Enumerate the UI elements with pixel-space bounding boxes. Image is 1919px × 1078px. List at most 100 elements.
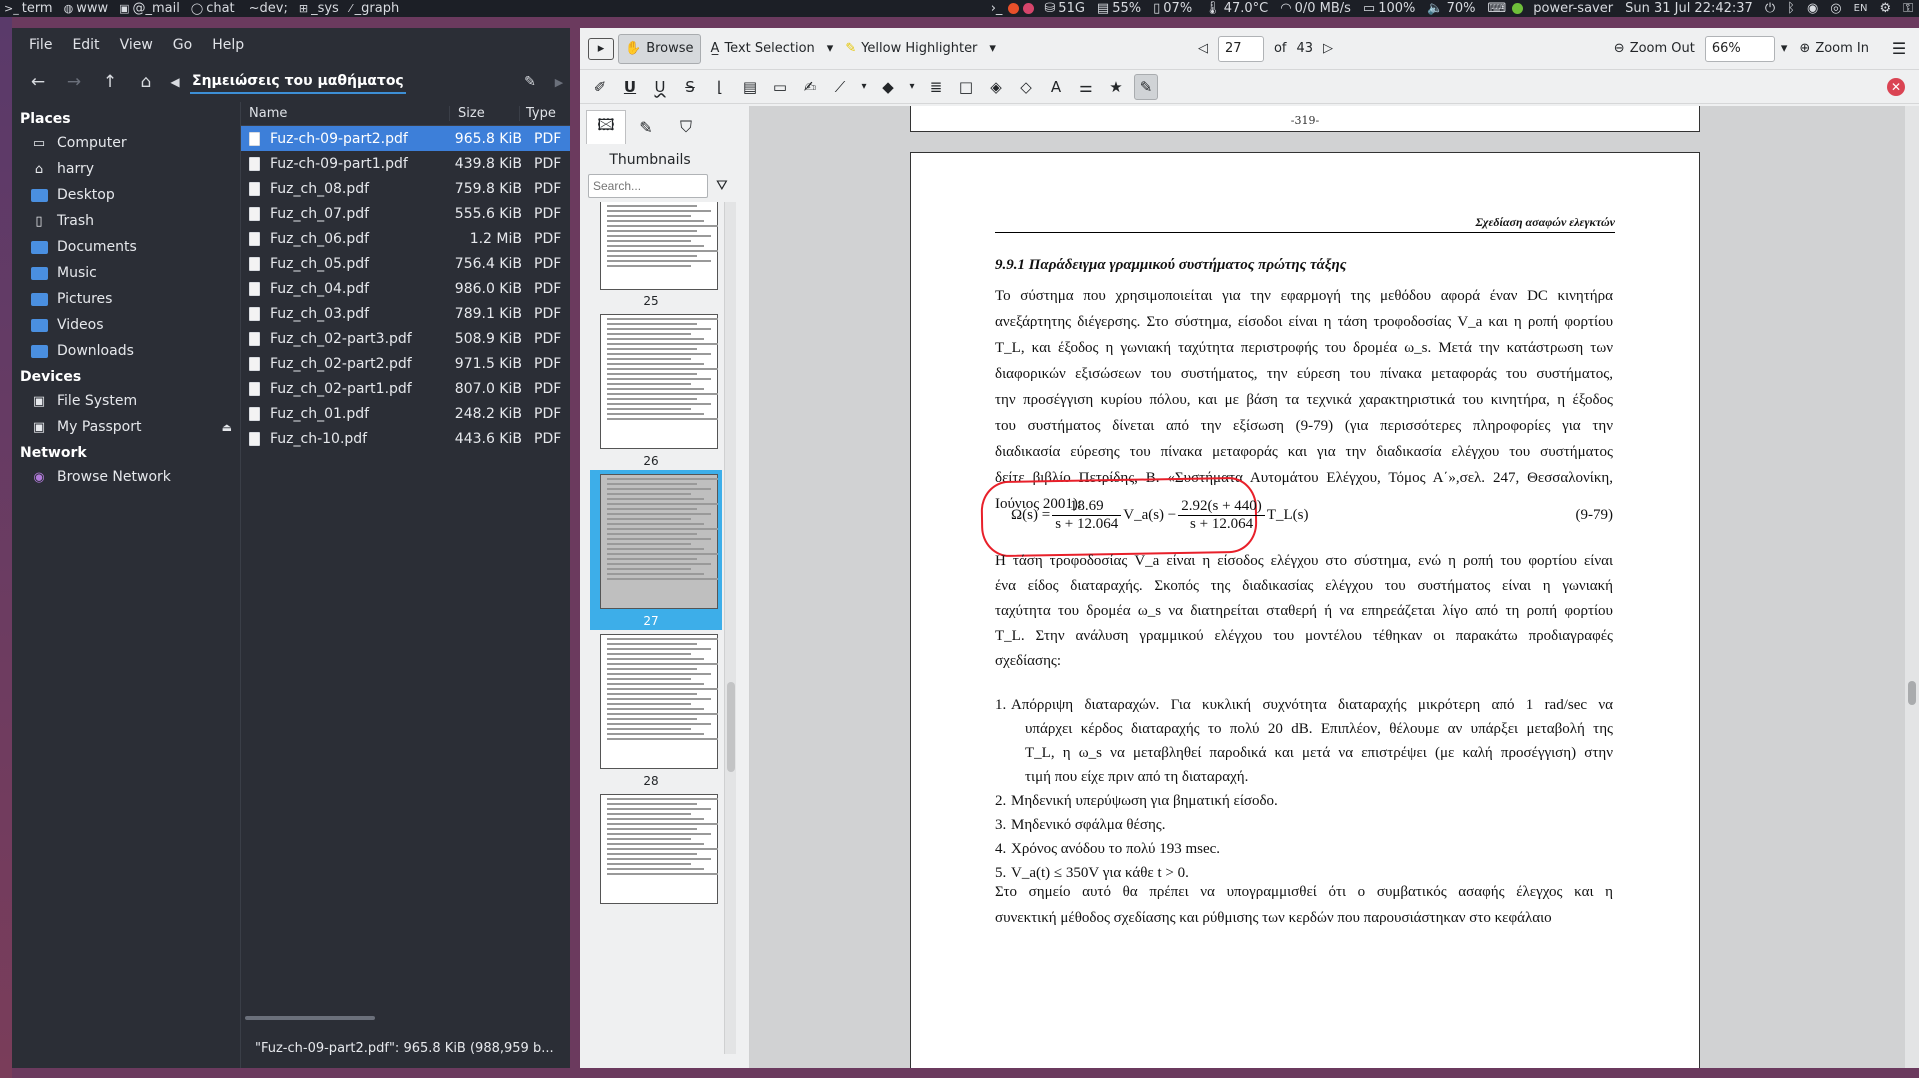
document-scroll-knob[interactable]	[1908, 681, 1916, 705]
workspace-2[interactable]: ▣ @_mail	[115, 1, 187, 16]
workspace-5[interactable]: ⊞ _sys	[295, 1, 346, 16]
menu-help[interactable]: Help	[203, 37, 253, 53]
typewriter-icon[interactable]: ⌊	[708, 78, 732, 96]
file-row[interactable]: Fuz_ch_02-part2.pdf 971.5 KiB PDF	[241, 351, 570, 376]
file-row[interactable]: Fuz_ch_07.pdf 555.6 KiB PDF	[241, 201, 570, 226]
thumbnail-page-26[interactable]	[600, 314, 719, 449]
keyboard-layout[interactable]: EN	[1848, 3, 1874, 14]
squiggle-icon[interactable]: U	[648, 78, 672, 96]
back-arrow-icon[interactable]: ←	[20, 67, 56, 97]
sidebar-item-pictures[interactable]: Pictures	[12, 286, 240, 312]
file-row[interactable]: Fuz-ch-09-part1.pdf 439.8 KiB PDF	[241, 151, 570, 176]
zoom-dropdown-icon[interactable]: ▾	[1779, 34, 1790, 64]
file-row[interactable]: Fuz_ch_03.pdf 789.1 KiB PDF	[241, 301, 570, 326]
terminal-tray-icon[interactable]: ›_	[985, 1, 1009, 16]
line-tool-icon[interactable]: ⟋	[828, 78, 852, 96]
sidebar-item-file-system[interactable]: ▣ File System	[12, 388, 240, 414]
highlight-pen-icon[interactable]: ✐	[588, 78, 612, 96]
stamp-icon[interactable]: ◆	[876, 78, 900, 96]
sidebar-item-downloads[interactable]: Downloads	[12, 338, 240, 364]
zoom-select[interactable]: 66%	[1704, 35, 1775, 62]
zoom-out-button[interactable]: ⊖ Zoom Out	[1608, 34, 1701, 64]
sidebar-item-my-passport[interactable]: ▣ My Passport ⏏	[12, 414, 240, 440]
document-view[interactable]: -319- Σχεδίαση ασαφών ελεγκτών 9.9.1 Παρ…	[750, 106, 1919, 1068]
popup-note-icon[interactable]: ▭	[768, 78, 792, 96]
sidebar-item-trash[interactable]: ▯ Trash	[12, 208, 240, 234]
clock[interactable]: Sun 31 Jul 22:42:37	[1619, 1, 1759, 16]
thumbnail-page-27[interactable]	[600, 474, 719, 609]
eject-icon[interactable]: ⏏	[222, 421, 232, 434]
menu-edit[interactable]: Edit	[63, 37, 108, 53]
workspace-4[interactable]: ~dev;	[242, 1, 295, 16]
bookmarks-tab-icon[interactable]: ⛉	[666, 110, 706, 144]
highlighter-dropdown-icon[interactable]: ▾	[987, 34, 998, 64]
file-row[interactable]: Fuz_ch_02-part1.pdf 807.0 KiB PDF	[241, 376, 570, 401]
horizontal-scrollbar[interactable]	[245, 1016, 375, 1020]
font-icon[interactable]: A	[1044, 78, 1068, 96]
file-row[interactable]: Fuz_ch_05.pdf 756.4 KiB PDF	[241, 251, 570, 276]
menu-go[interactable]: Go	[164, 37, 201, 53]
pin-icon[interactable]: ✎	[1134, 73, 1158, 100]
filter-icon[interactable]: ⛛	[716, 178, 728, 194]
app-tray-icon[interactable]	[1023, 3, 1035, 14]
sidebar-item-music[interactable]: Music	[12, 260, 240, 286]
file-row[interactable]: Fuz-ch-09-part2.pdf 965.8 KiB PDF	[241, 126, 570, 151]
next-page-icon[interactable]: ▷	[1317, 34, 1339, 64]
thumbnail-page-28[interactable]	[600, 634, 719, 769]
border-icon[interactable]: □	[954, 78, 978, 96]
underline-icon[interactable]: U	[618, 78, 642, 96]
file-row[interactable]: Fuz_ch_02-part3.pdf 508.9 KiB PDF	[241, 326, 570, 351]
thumbnails-tab-icon[interactable]: 🖾	[586, 110, 626, 144]
forward-arrow-icon[interactable]: →	[56, 67, 92, 97]
power-icon[interactable]: ⏻	[1759, 1, 1781, 16]
sidebar-item-computer[interactable]: ▭ Computer	[12, 130, 240, 156]
zoom-in-button[interactable]: ⊕ Zoom In	[1793, 34, 1875, 64]
edit-path-icon[interactable]: ✎	[512, 67, 548, 97]
browse-tool-button[interactable]: ✋ Browse	[618, 33, 701, 64]
stamp-dropdown-icon[interactable]: ▾	[906, 81, 918, 92]
workspace-0[interactable]: >_ term	[0, 1, 60, 16]
sidebar-toggle-icon[interactable]: ▸	[588, 37, 614, 60]
sidebar-item-documents[interactable]: Documents	[12, 234, 240, 260]
steam-icon[interactable]: ◎	[1824, 1, 1847, 16]
column-size[interactable]: Size	[449, 106, 519, 121]
inline-note-icon[interactable]: ▤	[738, 78, 762, 96]
path-button[interactable]: Σημειώσεις του μαθήματος	[190, 71, 406, 94]
workspace-3[interactable]: ◯ chat	[187, 1, 242, 16]
discord-icon[interactable]: ◉	[1801, 1, 1824, 16]
selection-dropdown-icon[interactable]: ▾	[825, 34, 836, 64]
thumbnail-scroll-knob[interactable]	[727, 682, 735, 772]
freehand-icon[interactable]: ✍	[798, 78, 822, 96]
opacity-icon[interactable]: ◇	[1014, 78, 1038, 96]
settings-icon[interactable]: ⚙	[1873, 1, 1897, 16]
workspace-1[interactable]: ◍ www	[60, 1, 116, 16]
menu-view[interactable]: View	[111, 37, 162, 53]
text-selection-button[interactable]: A̲ Text Selection	[705, 34, 821, 64]
hamburger-menu-icon[interactable]: ☰	[1879, 34, 1919, 64]
sidebar-item-videos[interactable]: Videos	[12, 312, 240, 338]
line-dropdown-icon[interactable]: ▾	[858, 81, 870, 92]
column-name[interactable]: Name	[241, 106, 449, 121]
workspace-6[interactable]: ⁄ _graph	[346, 1, 406, 16]
menu-file[interactable]: File	[20, 37, 61, 53]
bluetooth-icon[interactable]: ᛒ	[1781, 1, 1801, 16]
document-scrollbar[interactable]	[1905, 106, 1919, 1068]
annotations-tab-icon[interactable]: ✎	[626, 110, 666, 144]
file-row[interactable]: Fuz_ch_06.pdf 1.2 MiB PDF	[241, 226, 570, 251]
thumbnail-scrollbar[interactable]	[724, 202, 736, 1054]
sidebar-item-browse-network[interactable]: ◉ Browse Network	[12, 464, 240, 490]
previous-page-icon[interactable]: ◁	[1192, 34, 1214, 64]
favorite-star-icon[interactable]: ★	[1104, 78, 1128, 96]
firefox-tray-icon[interactable]	[1008, 3, 1020, 14]
path-left-icon[interactable]: ◀	[164, 67, 186, 97]
thumbnail-page-29[interactable]	[600, 794, 719, 904]
column-type[interactable]: Type	[519, 106, 556, 121]
highlighter-button[interactable]: ✎ Yellow Highlighter	[839, 34, 983, 64]
file-row[interactable]: Fuz_ch_08.pdf 759.8 KiB PDF	[241, 176, 570, 201]
file-row[interactable]: Fuz_ch_04.pdf 986.0 KiB PDF	[241, 276, 570, 301]
sidebar-item-desktop[interactable]: Desktop	[12, 182, 240, 208]
page-number-input[interactable]: 27	[1217, 35, 1264, 62]
close-annotations-icon[interactable]: ✕	[1887, 78, 1905, 96]
thumbnail-page-25[interactable]	[600, 202, 719, 290]
path-right-icon[interactable]: ▶	[548, 67, 570, 97]
